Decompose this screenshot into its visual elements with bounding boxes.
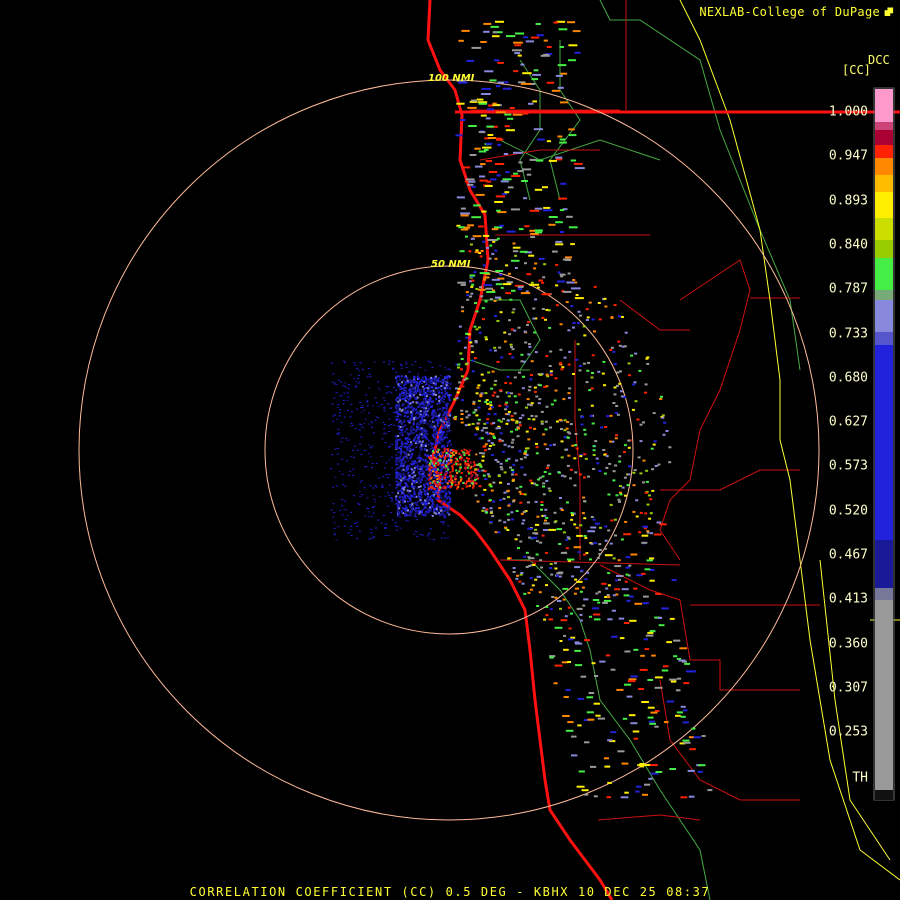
colorbar-segment xyxy=(875,790,893,800)
colorbar-segment xyxy=(875,218,893,240)
colorbar-segment xyxy=(875,192,893,218)
legend-product-sub: [CC] xyxy=(842,63,871,77)
cod-logo-icon: ⮼ xyxy=(884,5,894,19)
colorbar-segment xyxy=(875,345,893,540)
colorbar-segment xyxy=(875,89,893,122)
credit-label: NEXLAB-College of DuPage ⮼ xyxy=(699,3,894,24)
legend-tick: 0.840 xyxy=(828,237,868,253)
range-label-50: 50 NMI xyxy=(431,259,471,270)
colorbar-segment xyxy=(875,300,893,332)
legend-tick: 1.000 xyxy=(828,104,868,120)
colorbar-segment xyxy=(875,130,893,145)
legend-tick: 0.893 xyxy=(828,193,868,209)
colorbar-segment xyxy=(875,540,893,588)
colorbar-segment xyxy=(875,290,893,300)
colorbar-segment xyxy=(875,122,893,130)
legend-tick: 0.573 xyxy=(828,458,868,474)
colorbar-segment xyxy=(875,175,893,192)
colorbar-segment xyxy=(875,240,893,258)
legend-tick: TH xyxy=(852,770,868,786)
colorbar-segment xyxy=(875,588,893,600)
radar-map xyxy=(0,0,900,900)
product-footer: CORRELATION COEFFICIENT (CC) 0.5 DEG - K… xyxy=(189,885,711,899)
colorbar-segment xyxy=(875,332,893,345)
colorbar-segment xyxy=(875,600,893,790)
legend-product-code: DCC xyxy=(868,53,890,67)
legend-tick: 0.253 xyxy=(828,724,868,740)
colorbar-segment xyxy=(875,258,893,290)
legend-tick: 0.947 xyxy=(828,148,868,164)
legend-tick: 0.733 xyxy=(828,326,868,341)
range-label-100: 100 NMI xyxy=(428,73,475,84)
legend-tick: 0.627 xyxy=(828,414,868,430)
legend-tick: 0.413 xyxy=(828,591,868,607)
legend-tick: 0.307 xyxy=(828,680,868,696)
legend-tick: 0.680 xyxy=(828,370,868,386)
legend-tick: 0.360 xyxy=(828,636,868,652)
colorbar-segment xyxy=(875,158,893,175)
colorbar-segment xyxy=(875,145,893,158)
legend-tick: 0.467 xyxy=(828,547,868,563)
legend-tick: 0.787 xyxy=(828,281,868,297)
legend-tick: 0.520 xyxy=(828,503,868,519)
legend-colorbar xyxy=(873,87,895,801)
